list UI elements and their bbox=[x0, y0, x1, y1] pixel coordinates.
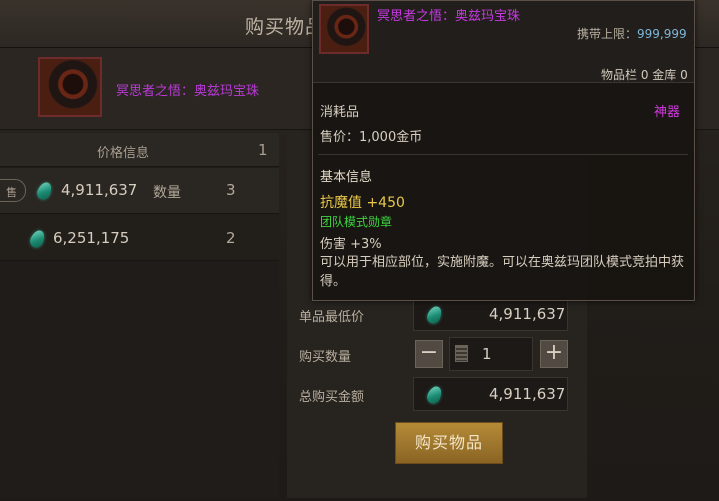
unit-price-label: 单品最低价 bbox=[299, 310, 365, 325]
row-quantity: 3 bbox=[226, 181, 236, 199]
quantity-value[interactable]: 1 bbox=[482, 345, 492, 363]
tooltip-item-name: 冥思者之悟：奥兹玛宝珠 bbox=[377, 9, 521, 24]
carry-limit: 携带上限：999,999 bbox=[577, 25, 687, 42]
calculator-icon[interactable] bbox=[455, 345, 468, 362]
row-price: 4,911,637 bbox=[61, 181, 138, 199]
quantity-label: 数量 bbox=[153, 185, 181, 201]
item-description: 可以用于相应部位，实施附魔。可以在奥兹玛团队模式竞拍中获得。 bbox=[320, 255, 685, 289]
item-rarity: 神器 bbox=[654, 105, 681, 120]
carry-limit-value: 999,999 bbox=[637, 27, 687, 41]
increase-quantity-button[interactable]: + bbox=[540, 340, 568, 368]
damage-stat: 伤害 +3% bbox=[320, 237, 382, 252]
basic-info-heading: 基本信息 bbox=[320, 170, 373, 185]
row-quantity: 2 bbox=[226, 229, 236, 247]
inventory-count: 物品栏 0 金库 0 bbox=[601, 68, 688, 82]
decrease-quantity-button[interactable]: − bbox=[415, 340, 443, 368]
unit-price-value: 4,911,637 bbox=[489, 305, 566, 323]
item-sell-price: 售价：1,000金币 bbox=[320, 130, 423, 145]
total-amount-value: 4,911,637 bbox=[489, 385, 566, 403]
tooltip-divider bbox=[318, 154, 688, 155]
carry-limit-label: 携带上限： bbox=[577, 27, 638, 41]
item-icon[interactable] bbox=[38, 57, 102, 117]
total-amount-label: 总购买金额 bbox=[299, 390, 365, 405]
magic-resist-stat: 抗魔值 +450 bbox=[320, 195, 405, 211]
buy-item-button[interactable]: 购买物品 bbox=[395, 422, 503, 464]
row-price: 6,251,175 bbox=[53, 229, 130, 247]
price-info-header: 价格信息 bbox=[97, 146, 150, 161]
item-name: 冥思者之悟：奥兹玛宝珠 bbox=[116, 84, 260, 99]
page-number: 1 bbox=[258, 141, 268, 159]
tooltip-item-icon bbox=[319, 4, 369, 54]
team-badge-label: 团队模式勋章 bbox=[320, 215, 393, 229]
sell-tag-button[interactable]: 售 bbox=[0, 179, 26, 202]
item-type: 消耗品 bbox=[320, 105, 360, 120]
quantity-input-label: 购买数量 bbox=[299, 350, 352, 365]
